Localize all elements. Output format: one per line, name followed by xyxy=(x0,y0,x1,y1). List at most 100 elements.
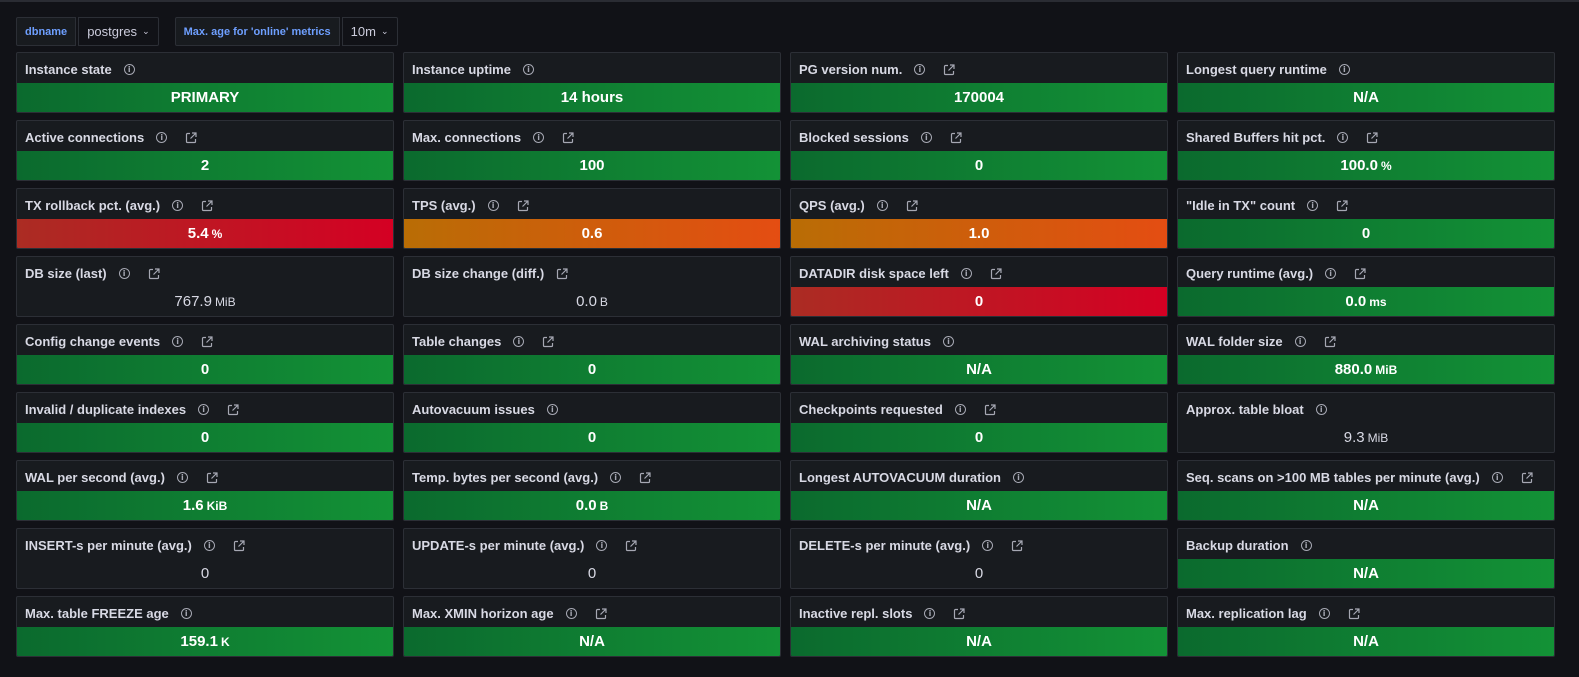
stat-panel[interactable]: INSERT-s per minute (avg.) i 0 xyxy=(16,528,394,589)
info-icon[interactable]: i xyxy=(1300,540,1312,551)
info-icon[interactable]: i xyxy=(1325,268,1337,279)
external-link-icon[interactable] xyxy=(943,63,955,76)
info-icon[interactable]: i xyxy=(1318,608,1330,619)
info-icon[interactable]: i xyxy=(596,540,608,551)
stat-panel[interactable]: Longest query runtime i N/A xyxy=(1177,52,1555,113)
info-icon[interactable]: i xyxy=(920,132,932,143)
stat-panel[interactable]: DATADIR disk space left i 0 xyxy=(790,256,1168,317)
info-icon[interactable]: i xyxy=(610,472,622,483)
external-link-icon[interactable] xyxy=(639,471,651,484)
stat-panel[interactable]: Max. table FREEZE age i 159.1 K xyxy=(16,596,394,657)
stat-panel[interactable]: TPS (avg.) i 0.6 xyxy=(403,188,781,249)
info-icon[interactable]: i xyxy=(960,268,972,279)
info-icon[interactable]: i xyxy=(982,540,994,551)
external-link-icon[interactable] xyxy=(227,403,239,416)
stat-panel[interactable]: Query runtime (avg.) i 0.0 ms xyxy=(1177,256,1555,317)
info-icon[interactable]: i xyxy=(198,404,210,415)
external-link-icon[interactable] xyxy=(201,335,213,348)
external-link-icon[interactable] xyxy=(1366,131,1379,144)
stat-panel[interactable]: Max. connections i 100 xyxy=(403,120,781,181)
stat-panel[interactable]: DB size (last) i 767.9 MiB xyxy=(16,256,394,317)
external-link-icon[interactable] xyxy=(517,199,529,212)
stat-panel[interactable]: DB size change (diff.) 0.0 B xyxy=(403,256,781,317)
external-link-icon[interactable] xyxy=(556,267,568,280)
info-icon[interactable]: i xyxy=(533,132,545,143)
info-icon[interactable]: i xyxy=(942,336,954,347)
stat-panel[interactable]: Instance state i PRIMARY xyxy=(16,52,394,113)
stat-panel[interactable]: Approx. table bloat i 9.3 MiB xyxy=(1177,392,1555,453)
stat-panel[interactable]: UPDATE-s per minute (avg.) i 0 xyxy=(403,528,781,589)
external-link-icon[interactable] xyxy=(148,267,160,280)
info-icon[interactable]: i xyxy=(1307,200,1319,211)
info-icon[interactable]: i xyxy=(1294,336,1306,347)
external-link-icon[interactable] xyxy=(201,199,213,212)
info-icon[interactable]: i xyxy=(176,472,188,483)
info-icon[interactable]: i xyxy=(172,200,184,211)
external-link-icon[interactable] xyxy=(206,471,218,484)
info-icon[interactable]: i xyxy=(118,268,130,279)
info-icon[interactable]: i xyxy=(1491,472,1503,483)
stat-panel[interactable]: Table changes i 0 xyxy=(403,324,781,385)
stat-panel[interactable]: Checkpoints requested i 0 xyxy=(790,392,1168,453)
stat-panel[interactable]: Config change events i 0 xyxy=(16,324,394,385)
info-icon[interactable]: i xyxy=(1012,472,1024,483)
external-link-icon[interactable] xyxy=(953,607,966,620)
info-icon[interactable]: i xyxy=(954,404,966,415)
stat-panel[interactable]: Longest AUTOVACUUM duration i N/A xyxy=(790,460,1168,521)
info-icon[interactable]: i xyxy=(172,336,184,347)
stat-panel[interactable]: TX rollback pct. (avg.) i 5.4% xyxy=(16,188,394,249)
stat-panel[interactable]: PG version num. i 170004 xyxy=(790,52,1168,113)
info-icon[interactable]: i xyxy=(914,64,926,75)
info-icon[interactable]: i xyxy=(180,608,192,619)
external-link-icon[interactable] xyxy=(990,267,1002,280)
stat-panel[interactable]: DELETE-s per minute (avg.) i 0 xyxy=(790,528,1168,589)
stat-panel[interactable]: WAL archiving status i N/A xyxy=(790,324,1168,385)
info-icon[interactable]: i xyxy=(1315,404,1327,415)
stat-panel[interactable]: Instance uptime i 14 hours xyxy=(403,52,781,113)
stat-panel[interactable]: Temp. bytes per second (avg.) i 0.0 B xyxy=(403,460,781,521)
stat-panel[interactable]: Shared Buffers hit pct. i 100.0% xyxy=(1177,120,1555,181)
info-icon[interactable]: i xyxy=(203,540,215,551)
external-link-icon[interactable] xyxy=(906,199,918,212)
stat-panel[interactable]: Active connections i 2 xyxy=(16,120,394,181)
info-icon[interactable]: i xyxy=(1338,64,1350,75)
info-icon[interactable]: i xyxy=(546,404,558,415)
info-icon[interactable]: i xyxy=(876,200,888,211)
stat-panel[interactable]: Backup duration i N/A xyxy=(1177,528,1555,589)
stat-panel[interactable]: Invalid / duplicate indexes i 0 xyxy=(16,392,394,453)
info-icon[interactable]: i xyxy=(513,336,525,347)
external-link-icon[interactable] xyxy=(625,539,637,552)
stat-panel[interactable]: WAL per second (avg.) i 1.6 KiB xyxy=(16,460,394,521)
stat-panel[interactable]: Max. replication lag i N/A xyxy=(1177,596,1555,657)
stat-panel[interactable]: Blocked sessions i 0 xyxy=(790,120,1168,181)
external-link-icon[interactable] xyxy=(984,403,996,416)
external-link-icon[interactable] xyxy=(1336,199,1348,212)
external-link-icon[interactable] xyxy=(950,131,962,144)
info-icon[interactable]: i xyxy=(123,64,135,75)
external-link-icon[interactable] xyxy=(562,131,574,144)
info-icon[interactable]: i xyxy=(522,64,534,75)
dbname-select[interactable]: postgres ⌄ xyxy=(78,17,159,46)
external-link-icon[interactable] xyxy=(233,539,245,552)
external-link-icon[interactable] xyxy=(1521,471,1533,484)
stat-panel[interactable]: Max. XMIN horizon age i N/A xyxy=(403,596,781,657)
stat-panel[interactable]: WAL folder size i 880.0 MiB xyxy=(1177,324,1555,385)
stat-panel[interactable]: Seq. scans on >100 MB tables per minute … xyxy=(1177,460,1555,521)
info-icon[interactable]: i xyxy=(924,608,936,619)
external-link-icon[interactable] xyxy=(542,335,554,348)
stat-panel[interactable]: Inactive repl. slots i N/A xyxy=(790,596,1168,657)
info-icon[interactable]: i xyxy=(487,200,499,211)
info-icon[interactable]: i xyxy=(565,608,577,619)
info-icon[interactable]: i xyxy=(156,132,168,143)
external-link-icon[interactable] xyxy=(1011,539,1023,552)
external-link-icon[interactable] xyxy=(1348,607,1360,620)
stat-panel[interactable]: "Idle in TX" count i 0 xyxy=(1177,188,1555,249)
max-age-select[interactable]: 10m ⌄ xyxy=(341,17,398,46)
info-icon[interactable]: i xyxy=(1337,132,1349,143)
external-link-icon[interactable] xyxy=(1354,267,1366,280)
external-link-icon[interactable] xyxy=(1324,335,1336,348)
stat-panel[interactable]: Autovacuum issues i 0 xyxy=(403,392,781,453)
external-link-icon[interactable] xyxy=(185,131,197,144)
external-link-icon[interactable] xyxy=(595,607,607,620)
stat-panel[interactable]: QPS (avg.) i 1.0 xyxy=(790,188,1168,249)
